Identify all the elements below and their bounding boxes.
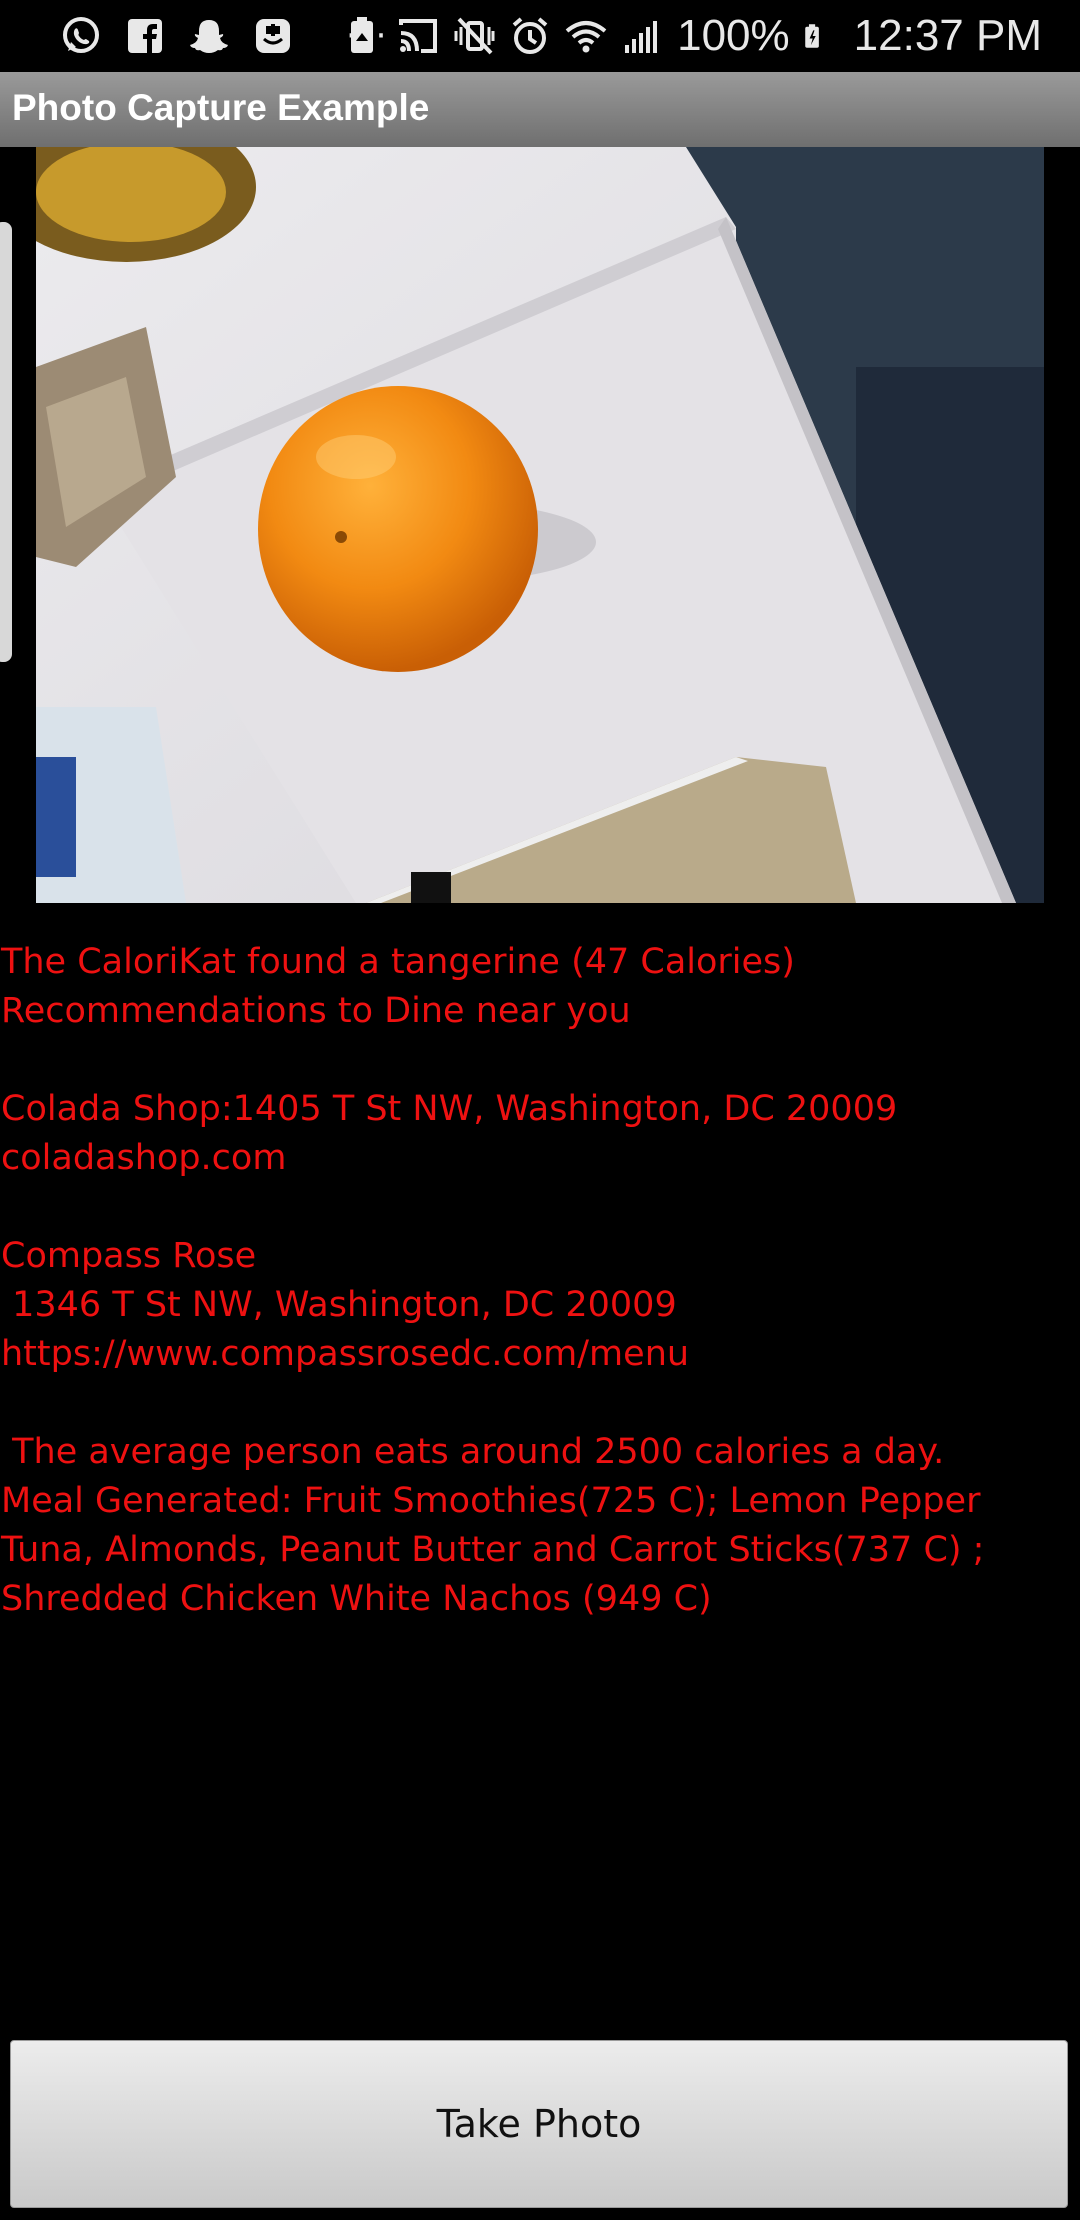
app-badge-icon	[256, 19, 290, 53]
clock: 12:37 PM	[853, 11, 1042, 60]
restaurant-1-address: Colada Shop:1405 T St NW, Washington, DC…	[1, 1089, 898, 1129]
found-food-text: The CaloriKat found a tangerine (47 Calo…	[1, 942, 795, 982]
alarm-icon	[512, 17, 548, 54]
system-icons: 100% 12:37 PM	[341, 10, 1042, 62]
calorie-result-text: The CaloriKat found a tangerine (47 Calo…	[1, 938, 1076, 1624]
take-photo-button[interactable]: Take Photo	[10, 2040, 1068, 2208]
meal-generated-text: Meal Generated: Fruit Smoothies(725 C); …	[1, 1481, 985, 1619]
snapchat-icon	[190, 20, 228, 53]
photo-image	[36, 147, 1044, 903]
restaurant-2-address: 1346 T St NW, Washington, DC 20009	[1, 1285, 677, 1325]
recommendations-heading: Recommendations to Dine near you	[1, 991, 631, 1031]
charging-battery-icon	[804, 24, 819, 48]
edge-panel-handle[interactable]	[0, 222, 12, 662]
recycle-battery-icon	[351, 17, 374, 53]
vibrate-mute-icon	[454, 17, 495, 55]
wifi-icon	[565, 21, 607, 53]
facebook-icon	[128, 19, 162, 53]
battery-percent: 100%	[677, 11, 790, 60]
page-title: Photo Capture Example	[12, 87, 430, 128]
signal-icon	[625, 21, 658, 53]
status-bar: ···	[0, 0, 1080, 72]
restaurant-2-website: https://www.compassrosedc.com/menu	[1, 1334, 690, 1374]
average-calories-text: The average person eats around 2500 calo…	[1, 1432, 945, 1472]
captured-photo	[36, 147, 1044, 903]
whatsapp-icon	[63, 17, 99, 53]
app-title-bar: Photo Capture Example	[0, 72, 1080, 147]
restaurant-2-name: Compass Rose	[1, 1236, 257, 1276]
restaurant-1-website: coladashop.com	[1, 1138, 287, 1178]
cast-icon	[399, 19, 438, 53]
